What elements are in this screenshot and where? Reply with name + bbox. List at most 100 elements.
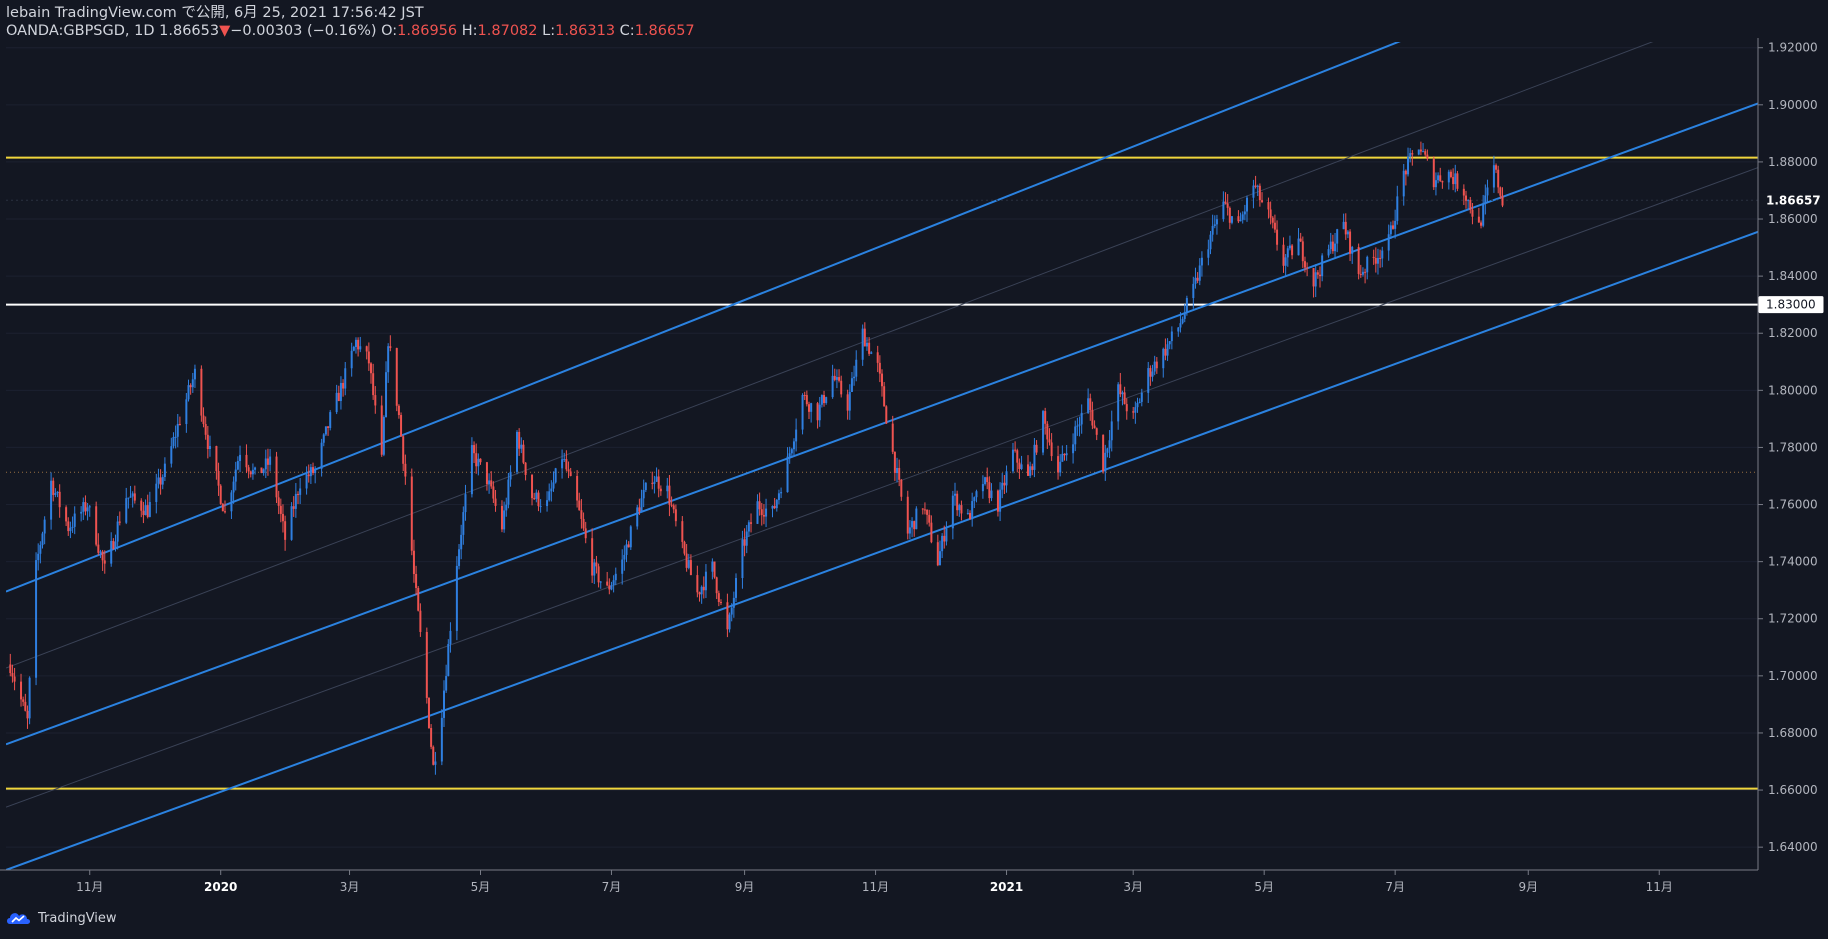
candle-body <box>155 483 158 503</box>
candle-body <box>202 415 205 424</box>
candle-body <box>402 436 405 464</box>
candle-body <box>312 467 315 474</box>
y-tick-label: 1.86000 <box>1768 212 1818 226</box>
candle-body <box>80 511 83 514</box>
candle-body <box>516 431 518 472</box>
candle-body <box>260 467 263 474</box>
candle-body <box>698 592 701 595</box>
candle-body <box>1344 221 1347 235</box>
candle-body <box>969 512 972 520</box>
candle-body <box>473 445 476 454</box>
candle-body <box>455 565 458 631</box>
candle-body <box>913 521 916 530</box>
candle-body <box>475 453 478 467</box>
chart-header: lebain TradingView.com で公開, 6月 25, 2021 … <box>6 4 695 40</box>
candle-body <box>1291 245 1294 256</box>
candle-body <box>956 493 959 511</box>
candle-body <box>9 664 12 673</box>
candle-body <box>1011 449 1014 472</box>
candle-body <box>612 580 615 586</box>
candle-body <box>938 551 941 566</box>
candle-body <box>266 458 269 465</box>
candle-body <box>264 458 267 470</box>
candle-body <box>816 403 819 421</box>
candle-body <box>1374 257 1377 264</box>
price-change: −0.00303 (−0.16%) <box>230 23 377 39</box>
candle-body <box>1329 241 1332 250</box>
candle-body <box>930 522 933 543</box>
chart-axes: 1.64000 1.66000 1.68000 1.70000 1.72000 1.740… <box>0 38 1824 894</box>
candle-body <box>200 368 203 416</box>
candle-body <box>1078 424 1081 426</box>
candle-body <box>685 553 688 568</box>
candle-body <box>906 496 909 534</box>
candle-body <box>1046 423 1049 440</box>
x-tick-label: 2021 <box>990 880 1023 894</box>
candle-body <box>623 554 626 560</box>
candle-body <box>1027 464 1029 476</box>
candle-body <box>627 544 630 548</box>
candle-body <box>711 561 714 572</box>
candle-body <box>1016 450 1019 463</box>
candle-body <box>230 492 233 512</box>
candle-body <box>232 481 235 493</box>
candle-body <box>1033 444 1036 470</box>
level-price-label: 1.83000 <box>1766 298 1816 312</box>
close-value: 1.86657 <box>634 23 695 39</box>
candle-body <box>88 506 91 508</box>
candle-body <box>599 581 602 583</box>
y-tick-label: 1.70000 <box>1768 669 1818 683</box>
candle-body <box>279 505 282 514</box>
price-chart[interactable]: 1.64000 1.66000 1.68000 1.70000 1.72000 1.740… <box>0 0 1828 939</box>
channel-lower-line <box>6 230 1758 870</box>
candle-body <box>954 493 956 496</box>
candle-body <box>608 585 611 590</box>
candle-body <box>382 417 385 455</box>
candle-body <box>1213 224 1216 226</box>
candle-body <box>372 373 375 396</box>
channel-upper-line <box>6 42 1401 593</box>
footer-brand[interactable]: TradingView <box>6 910 117 926</box>
candle-body <box>1346 231 1349 235</box>
candle-body <box>756 501 759 524</box>
candle-body <box>490 480 493 487</box>
footer-brand-label: TradingView <box>38 910 117 926</box>
candle-body <box>911 521 914 528</box>
candle-body <box>1110 421 1113 441</box>
low-value: 1.86313 <box>555 23 616 39</box>
candle-body <box>1357 246 1360 274</box>
candle-body <box>251 469 254 475</box>
candle-body <box>713 561 716 578</box>
candle-body <box>1314 272 1317 287</box>
candle-body <box>1104 452 1107 472</box>
candle-body <box>1392 225 1394 229</box>
candle-body <box>1492 165 1495 188</box>
candle-body <box>863 328 866 347</box>
candle-body <box>1196 277 1199 281</box>
candle-body <box>1138 401 1141 404</box>
candle-body <box>1349 231 1352 254</box>
candle-body <box>936 542 939 566</box>
candle-body <box>870 352 873 354</box>
candle-body <box>41 533 44 546</box>
candle-body <box>1351 246 1354 254</box>
x-tick-label: 7月 <box>602 880 622 894</box>
candle-body <box>561 459 564 469</box>
candle-body <box>765 508 768 517</box>
candle-body <box>848 391 851 411</box>
candle-body <box>908 527 911 534</box>
candle-body <box>320 442 323 469</box>
candle-body <box>865 342 868 347</box>
candle-body <box>726 602 729 630</box>
candle-body <box>595 562 598 567</box>
candle-body <box>597 566 600 583</box>
candle-body <box>696 575 699 593</box>
candle-body <box>550 488 553 492</box>
candle-body <box>984 477 987 485</box>
candle-body <box>1132 411 1135 413</box>
candle-body <box>297 493 299 495</box>
candle-body <box>1361 271 1364 275</box>
candle-body <box>775 499 778 509</box>
candle-body <box>1316 272 1319 275</box>
candle-body <box>567 469 570 472</box>
